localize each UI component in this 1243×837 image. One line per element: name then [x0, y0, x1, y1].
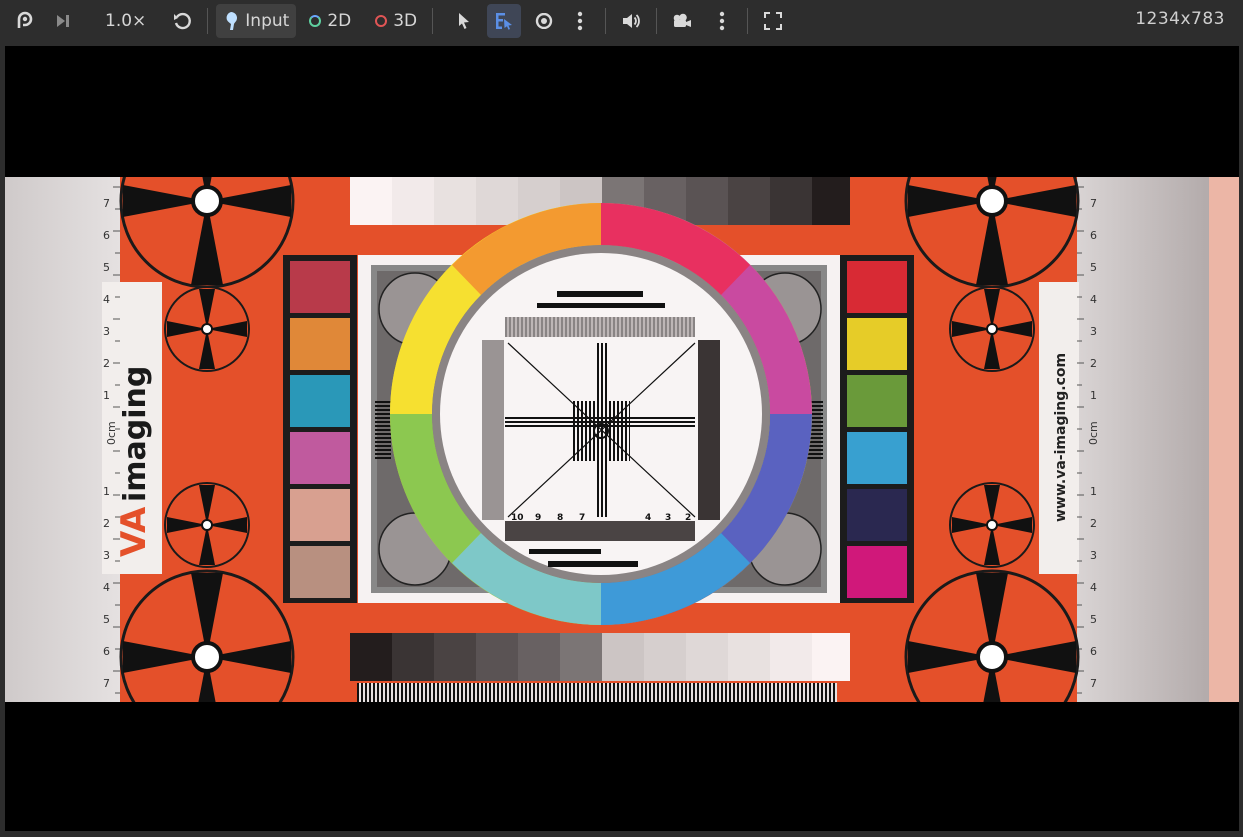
logo-button[interactable]	[8, 4, 42, 38]
bottom-gray-scale	[350, 633, 850, 702]
svg-text:1: 1	[1090, 485, 1097, 498]
svg-text:6: 6	[1090, 645, 1097, 658]
svg-text:4: 4	[103, 293, 110, 306]
video-viewport[interactable]: VA imaging 0cm www.va-imaging.com 0cm 7 6…	[5, 46, 1239, 831]
svg-text:6: 6	[1090, 229, 1097, 242]
left-ruler-label: 0cm	[105, 421, 118, 445]
input-icon	[223, 11, 239, 31]
svg-text:5: 5	[1090, 613, 1097, 626]
select-edit-button[interactable]	[487, 4, 522, 38]
ring-3d-icon	[375, 15, 388, 27]
svg-text:7: 7	[1090, 197, 1097, 210]
mode-3d-button[interactable]: 3D	[368, 4, 424, 38]
volume-button[interactable]	[614, 4, 648, 38]
ring-2d-icon	[309, 15, 322, 27]
svg-text:4: 4	[1090, 293, 1097, 306]
svg-text:1: 1	[1090, 389, 1097, 402]
svg-text:2: 2	[1090, 357, 1097, 370]
svg-text:8: 8	[557, 513, 563, 523]
more-icon	[577, 11, 583, 31]
toolbar: 1.0× Input 2D 3D 1234x783	[0, 0, 1243, 42]
camera-button[interactable]	[665, 4, 699, 38]
svg-text:6: 6	[103, 645, 110, 658]
reset-icon	[172, 11, 192, 31]
svg-text:3: 3	[665, 513, 671, 523]
svg-text:2: 2	[103, 517, 110, 530]
test-chart-frame: VA imaging 0cm www.va-imaging.com 0cm 7 6…	[5, 177, 1239, 702]
svg-text:1: 1	[103, 389, 110, 402]
svg-text:4: 4	[1090, 581, 1097, 594]
volume-icon	[621, 12, 641, 30]
svg-text:6: 6	[103, 229, 110, 242]
fullscreen-icon	[764, 12, 783, 30]
toolbar-separator	[605, 8, 607, 34]
right-ruler-label: 0cm	[1087, 421, 1100, 445]
pointer-icon	[456, 12, 472, 30]
toolbar-separator	[747, 8, 749, 34]
right-color-patches	[840, 255, 914, 603]
more-options-button[interactable]	[563, 4, 597, 38]
eye-icon	[534, 13, 554, 29]
step-forward-icon	[54, 13, 72, 29]
svg-text:2: 2	[685, 513, 691, 523]
toolbar-separator	[207, 8, 209, 34]
svg-text:10: 10	[511, 513, 524, 523]
mode-3d-label: 3D	[393, 11, 418, 31]
toolbar-separator	[432, 8, 434, 34]
brand-logo-text: VA	[114, 506, 154, 557]
svg-text:3: 3	[1090, 325, 1097, 338]
camera-more-button[interactable]	[705, 4, 739, 38]
svg-text:2: 2	[1090, 517, 1097, 530]
svg-text:7: 7	[103, 677, 110, 690]
svg-text:3: 3	[1090, 549, 1097, 562]
logo-icon	[15, 11, 35, 31]
svg-text:2: 2	[103, 357, 110, 370]
mode-2d-label: 2D	[327, 11, 352, 31]
visibility-button[interactable]	[527, 4, 561, 38]
input-button[interactable]: Input	[216, 4, 297, 38]
svg-text:7: 7	[103, 197, 110, 210]
resolution-readout: 1234x783	[1135, 9, 1225, 29]
url-text: www.va-imaging.com	[1053, 353, 1069, 522]
playback-speed-label: 1.0×	[105, 11, 147, 31]
camera-icon	[672, 13, 692, 29]
app-window: 1.0× Input 2D 3D 1234x783 VA imaging 0cm…	[0, 0, 1243, 837]
fullscreen-button[interactable]	[756, 4, 790, 38]
svg-text:5: 5	[103, 261, 110, 274]
input-label: Input	[245, 11, 290, 31]
select-edit-icon	[494, 11, 514, 31]
test-chart-image: VA imaging 0cm www.va-imaging.com 0cm 7 6…	[5, 177, 1239, 702]
svg-text:4: 4	[103, 581, 110, 594]
pointer-button[interactable]	[447, 4, 481, 38]
svg-text:7: 7	[579, 513, 585, 523]
svg-text:4: 4	[645, 513, 651, 523]
toolbar-separator	[656, 8, 658, 34]
svg-text:5: 5	[103, 613, 110, 626]
svg-text:1: 1	[103, 485, 110, 498]
left-color-patches	[283, 255, 357, 603]
svg-text:imaging: imaging	[118, 366, 153, 502]
svg-text:9: 9	[535, 513, 541, 523]
svg-text:7: 7	[1090, 677, 1097, 690]
more-icon	[719, 11, 725, 31]
step-forward-button[interactable]	[46, 4, 80, 38]
mode-2d-button[interactable]: 2D	[302, 4, 358, 38]
playback-speed-button[interactable]: 1.0×	[98, 4, 153, 38]
reset-button[interactable]	[165, 4, 199, 38]
svg-text:3: 3	[103, 549, 110, 562]
svg-text:3: 3	[103, 325, 110, 338]
svg-text:5: 5	[1090, 261, 1097, 274]
